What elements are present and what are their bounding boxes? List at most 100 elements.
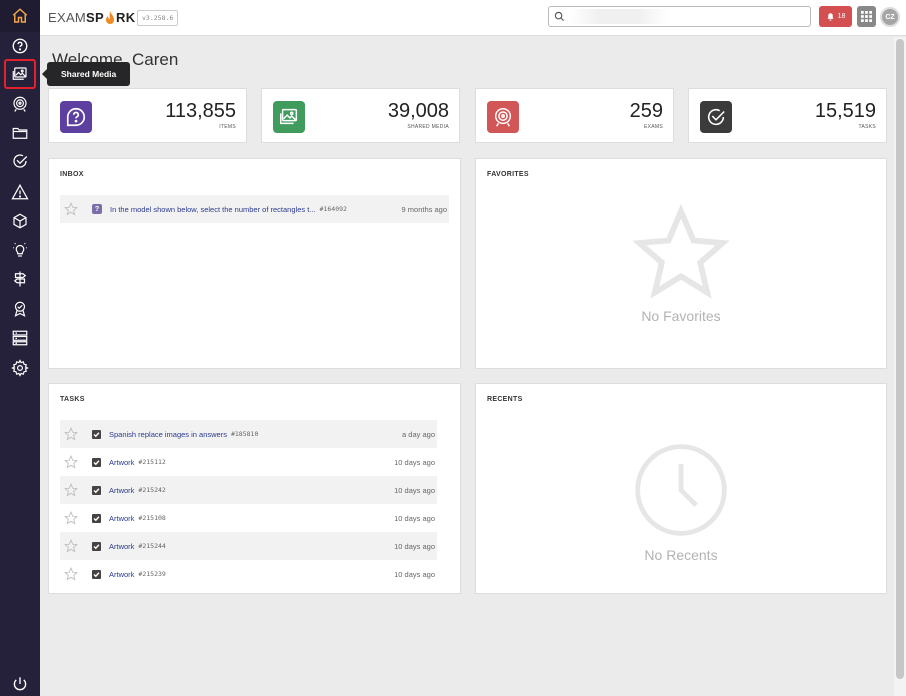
inbox-item-age: 9 months ago (401, 204, 447, 214)
task-row[interactable]: Artwork #215239 10 days ago (60, 560, 437, 588)
task-age: 10 days ago (394, 485, 435, 495)
stat-value: 259 (629, 100, 663, 122)
warning-icon (11, 183, 29, 200)
stat-card-items[interactable]: 113,855 ITEMS (48, 88, 247, 143)
sidebar-item-routes[interactable] (8, 267, 32, 291)
check-icon (93, 515, 100, 521)
check-icon (93, 459, 100, 465)
inbox-panel: INBOX ? In the model shown below, select… (48, 158, 461, 369)
sidebar-item-items[interactable] (8, 34, 32, 58)
task-row[interactable]: Spanish replace images in answers #185810… (60, 420, 437, 448)
task-row[interactable]: Artwork #215244 10 days ago (60, 532, 437, 560)
star-icon[interactable] (64, 202, 78, 216)
check-circle-icon (707, 108, 725, 126)
recents-empty-state: No Recents (476, 438, 886, 563)
home-button[interactable] (0, 0, 40, 32)
task-age: 10 days ago (394, 513, 435, 523)
task-checkbox[interactable] (92, 457, 101, 467)
task-title[interactable]: Artwork (109, 514, 134, 523)
target-icon (13, 96, 27, 112)
recents-panel: RECENTS No Recents (475, 383, 887, 594)
favorites-empty-state: No Favorites (476, 203, 886, 324)
page-scrollbar[interactable] (894, 37, 906, 696)
sidebar-item-awards[interactable] (8, 297, 32, 321)
star-icon[interactable] (64, 455, 78, 469)
sidebar-item-exams[interactable] (8, 92, 32, 116)
logo-text-exam: EXAM (48, 10, 87, 25)
check-circle-icon (13, 154, 28, 168)
sidebar-item-tasks[interactable] (8, 149, 32, 173)
task-age: a day ago (402, 429, 435, 439)
power-icon (13, 677, 27, 691)
search-box[interactable] (548, 6, 811, 27)
star-icon[interactable] (64, 483, 78, 497)
star-icon[interactable] (64, 539, 78, 553)
logout-button[interactable] (8, 672, 32, 696)
empty-text: No Recents (644, 547, 718, 563)
stat-card-shared-media[interactable]: 39,008 SHARED MEDIA (261, 88, 460, 143)
sidebar-item-shared-media[interactable] (4, 59, 36, 89)
inbox-item-id: #164092 (319, 205, 347, 213)
task-checkbox[interactable] (92, 569, 101, 579)
app-logo[interactable]: EXAM SP RK (48, 10, 135, 25)
task-age: 10 days ago (394, 457, 435, 467)
task-title[interactable]: Artwork (109, 570, 134, 579)
inbox-item-title[interactable]: In the model shown below, select the num… (110, 205, 316, 214)
task-id: #215239 (138, 570, 166, 578)
apps-button[interactable] (857, 6, 876, 27)
task-checkbox[interactable] (92, 429, 101, 439)
task-checkbox[interactable] (92, 485, 101, 495)
panel-title: FAVORITES (487, 171, 529, 178)
task-row[interactable]: Artwork #215242 10 days ago (60, 476, 437, 504)
task-checkbox[interactable] (92, 541, 101, 551)
check-icon (93, 571, 100, 577)
user-avatar[interactable]: CZ (880, 7, 900, 27)
star-icon[interactable] (64, 427, 78, 441)
logo-text-sp: SP (86, 10, 104, 25)
search-input[interactable] (569, 9, 669, 24)
check-icon (93, 543, 100, 549)
sidebar-item-warnings[interactable] (8, 180, 32, 204)
star-icon[interactable] (64, 511, 78, 525)
panel-title: INBOX (60, 171, 84, 178)
stat-label: ITEMS (219, 124, 236, 130)
sidebar-item-ideas[interactable] (8, 238, 32, 262)
stat-card-tasks[interactable]: 15,519 TASKS (688, 88, 887, 143)
stat-label: SHARED MEDIA (407, 124, 449, 130)
task-row[interactable]: Artwork #215112 10 days ago (60, 448, 437, 476)
settings-icon (11, 359, 29, 377)
star-icon[interactable] (64, 567, 78, 581)
version-badge: v3.258.6 (137, 10, 179, 26)
lightbulb-icon (13, 242, 27, 257)
task-title[interactable]: Spanish replace images in answers (109, 430, 227, 439)
check-icon (93, 431, 100, 437)
task-id: #185810 (230, 430, 259, 438)
star-icon (632, 203, 730, 299)
sidebar (0, 0, 40, 696)
task-checkbox[interactable] (92, 513, 101, 523)
task-id: #215112 (138, 458, 166, 466)
inbox-row[interactable]: ? In the model shown below, select the n… (60, 195, 449, 223)
sidebar-item-servers[interactable] (8, 326, 32, 350)
sidebar-item-settings[interactable] (8, 356, 32, 380)
favorites-panel: FAVORITES No Favorites (475, 158, 887, 369)
task-id: #215108 (138, 514, 166, 522)
task-title[interactable]: Artwork (109, 486, 134, 495)
sidebar-item-packages[interactable] (8, 209, 32, 233)
logo-text-rk: RK (116, 10, 136, 25)
task-title[interactable]: Artwork (109, 542, 134, 551)
task-row[interactable]: Artwork #215108 10 days ago (60, 504, 437, 532)
home-icon (12, 8, 28, 23)
grid-icon (861, 11, 872, 22)
notifications-button[interactable]: 18 (819, 6, 852, 27)
task-id: #215242 (138, 486, 166, 494)
page-scrollbar-thumb[interactable] (896, 39, 904, 679)
panel-title: TASKS (60, 396, 85, 403)
empty-text: No Favorites (641, 308, 721, 324)
sidebar-tooltip: Shared Media (41, 62, 131, 86)
image-icon (280, 108, 298, 125)
sidebar-item-folders[interactable] (8, 121, 32, 145)
stat-card-exams[interactable]: 259 EXAMS (475, 88, 674, 143)
task-title[interactable]: Artwork (109, 458, 134, 467)
stat-icon-items (60, 101, 92, 133)
